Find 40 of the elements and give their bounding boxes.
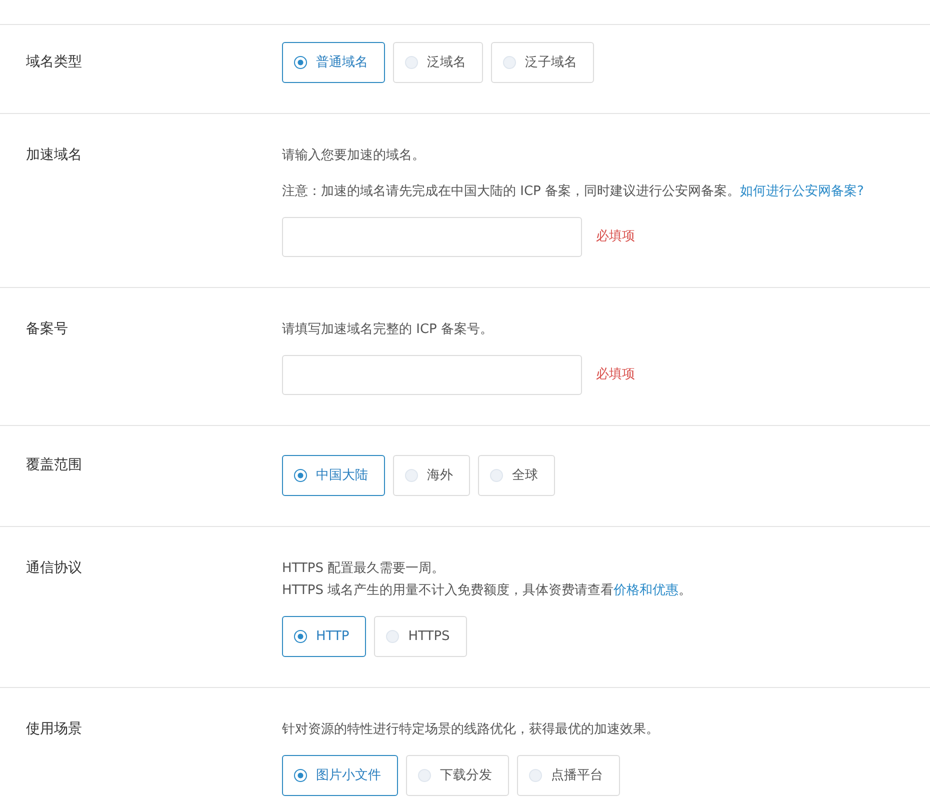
hint-text: HTTPS 域名产生的用量不计入免费额度，具体资费请查看价格和优惠。 (282, 582, 693, 600)
radio-option[interactable]: HTTPS (374, 616, 467, 657)
radio-icon (405, 469, 418, 482)
radio-icon (294, 769, 307, 782)
radio-option[interactable]: 中国大陆 (282, 455, 385, 496)
field-label: 覆盖范围 (26, 456, 83, 475)
radio-icon (386, 630, 400, 643)
radio-option[interactable]: HTTP (282, 616, 366, 657)
radio-option[interactable]: 泛域名 (393, 42, 483, 83)
hint-text: 请输入您要加速的域名。 (282, 147, 426, 165)
radio-option[interactable]: 全球 (478, 455, 555, 496)
help-link[interactable]: 价格和优惠 (614, 583, 679, 598)
field-label: 域名类型 (26, 53, 83, 72)
field-label: 使用场景 (26, 720, 83, 739)
radio-icon (405, 56, 418, 69)
radio-option[interactable]: 海外 (393, 455, 470, 496)
radio-option[interactable]: 图片小文件 (282, 755, 398, 796)
radio-icon (529, 769, 542, 782)
hint-text: 注意：加速的域名请先完成在中国大陆的 ICP 备案，同时建议进行公安网备案。如何进行公安网备案? (282, 183, 865, 201)
radio-icon (503, 56, 516, 69)
hint-text: 请填写加速域名完整的 ICP 备案号。 (282, 321, 494, 339)
input-field[interactable] (282, 217, 582, 257)
help-link[interactable]: 如何进行公安网备案? (740, 184, 864, 199)
radio-icon (294, 469, 307, 482)
radio-icon (490, 469, 503, 482)
required-text: 必填项 (596, 366, 635, 384)
radio-icon (418, 769, 431, 782)
radio-option[interactable]: 下载分发 (406, 755, 509, 796)
input-field[interactable] (282, 355, 582, 395)
radio-option[interactable]: 普通域名 (282, 42, 385, 83)
hint-text: HTTPS 配置最久需要一周。 (282, 560, 446, 578)
radio-icon (294, 56, 307, 69)
radio-option[interactable]: 点播平台 (517, 755, 620, 796)
field-label: 通信协议 (26, 559, 83, 578)
field-label: 加速域名 (26, 146, 83, 165)
field-label: 备案号 (26, 320, 69, 339)
radio-option[interactable]: 泛子域名 (491, 42, 594, 83)
required-text: 必填项 (596, 228, 635, 246)
hint-text: 针对资源的特性进行特定场景的线路优化，获得最优的加速效果。 (282, 721, 660, 739)
radio-icon (294, 630, 307, 643)
